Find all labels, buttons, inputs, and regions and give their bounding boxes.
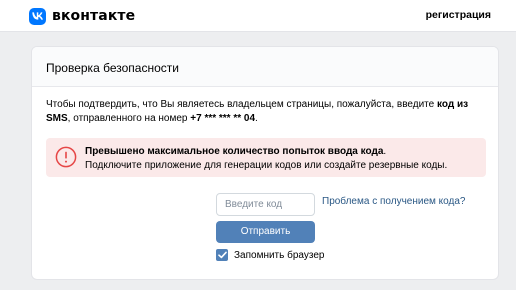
instruction-part: , отправленного на номер — [67, 113, 191, 124]
top-bar: вконтакте регистрация — [0, 0, 516, 32]
checkmark-icon[interactable] — [216, 249, 228, 261]
masked-phone-number: +7 *** *** ** 04 — [190, 113, 256, 124]
submit-button[interactable]: Отправить — [216, 221, 315, 243]
card-title: Проверка безопасности — [32, 47, 498, 87]
remember-browser-label: Запомнить браузер — [234, 249, 325, 261]
vk-logo-icon — [29, 7, 46, 25]
instruction-part: Чтобы подтвердить, что Вы являетесь влад… — [46, 99, 437, 110]
security-check-card: Проверка безопасности Чтобы подтвердить,… — [31, 46, 499, 280]
alert-title-end: . — [383, 146, 387, 157]
instruction-part: . — [255, 113, 258, 124]
register-link[interactable]: регистрация — [426, 9, 491, 21]
logo-text: вконтакте — [52, 8, 136, 24]
alert-message: Подключите приложение для генерации кодо… — [85, 160, 448, 171]
instruction-text: Чтобы подтвердить, что Вы являетесь влад… — [46, 98, 486, 126]
vk-logo[interactable]: вконтакте — [29, 6, 135, 26]
code-problem-link[interactable]: Проблема с получением кода? — [322, 196, 465, 207]
error-alert: Превышено максимальное количество попыто… — [46, 138, 486, 177]
code-input[interactable] — [216, 193, 315, 216]
remember-browser-checkbox[interactable]: Запомнить браузер — [216, 249, 324, 261]
alert-title-bold: Превышено максимальное количество попыто… — [85, 146, 384, 157]
exclamation-circle-icon — [55, 146, 77, 168]
alert-title: Превышено максимальное количество попыто… — [85, 145, 386, 158]
